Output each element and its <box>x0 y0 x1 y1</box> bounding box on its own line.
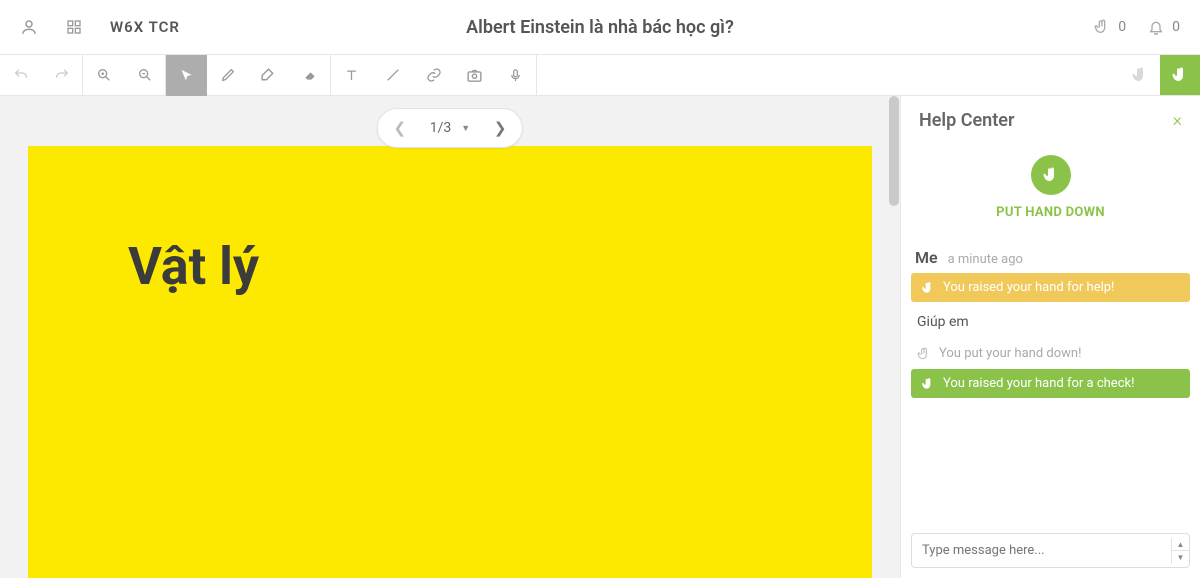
composer-stepper: ▲ ▼ <box>1171 538 1189 564</box>
zoom-in-button[interactable] <box>83 55 124 96</box>
raise-hand-check-button[interactable] <box>1160 55 1200 95</box>
raise-hand-help-button[interactable] <box>1120 55 1160 95</box>
scrollbar-thumb[interactable] <box>889 96 899 206</box>
hand-count: 0 <box>1118 19 1126 35</box>
page-label: 1/3 <box>430 120 452 136</box>
eraser-tool[interactable] <box>289 55 330 96</box>
composer: ▲ ▼ <box>901 523 1200 578</box>
chat-message: Giúp em <box>911 306 1190 338</box>
bell-icon <box>1148 19 1164 35</box>
text-tool[interactable] <box>331 55 372 96</box>
header-right: 0 0 <box>1094 19 1180 35</box>
page-navigator: ❮ 1/3 ▼ ❯ <box>377 108 523 148</box>
message-meta: Me a minute ago <box>911 240 1190 273</box>
room-code[interactable]: W6X TCR <box>110 18 180 36</box>
slide-text: Vật lý <box>128 236 772 297</box>
help-panel: Help Center × PUT HAND DOWN Me a minute … <box>900 96 1200 578</box>
undo-button[interactable] <box>0 55 41 96</box>
insert-group <box>331 55 537 95</box>
camera-tool[interactable] <box>454 55 495 96</box>
banner-check: You raised your hand for a check! <box>911 369 1190 398</box>
zoom-group <box>83 55 166 95</box>
hand-icon <box>921 377 935 391</box>
line-tool[interactable] <box>372 55 413 96</box>
meta-time: a minute ago <box>948 252 1023 267</box>
highlighter-tool[interactable] <box>248 55 289 96</box>
undo-group <box>0 55 83 95</box>
status-note: You put your hand down! <box>911 338 1190 369</box>
hand-check-icon <box>1171 66 1189 84</box>
slide[interactable]: Vật lý <box>28 146 872 578</box>
draw-group <box>166 55 331 95</box>
hand-icon <box>917 347 931 361</box>
caret-down-icon: ▼ <box>461 123 470 134</box>
banner-check-text: You raised your hand for a check! <box>943 376 1134 391</box>
zoom-out-button[interactable] <box>124 55 165 96</box>
hand-icon <box>1094 19 1110 35</box>
stepper-up[interactable]: ▲ <box>1172 538 1189 551</box>
prev-page-button[interactable]: ❮ <box>378 119 422 137</box>
banner-help-text: You raised your hand for help! <box>943 280 1114 295</box>
composer-box: ▲ ▼ <box>911 533 1190 568</box>
banner-help: You raised your hand for help! <box>911 273 1190 302</box>
meta-name: Me <box>915 248 938 267</box>
mic-tool[interactable] <box>495 55 536 96</box>
help-panel-header: Help Center × <box>901 96 1200 145</box>
help-panel-title: Help Center <box>919 110 1014 131</box>
grid-icon[interactable] <box>66 19 82 35</box>
stepper-down[interactable]: ▼ <box>1172 551 1189 564</box>
workspace: ❮ 1/3 ▼ ❯ Vật lý Help Center × PUT HAND … <box>0 96 1200 578</box>
app-header: W6X TCR Albert Einstein là nhà bác học g… <box>0 0 1200 55</box>
link-tool[interactable] <box>413 55 454 96</box>
pencil-tool[interactable] <box>207 55 248 96</box>
status-note-text: You put your hand down! <box>939 346 1081 361</box>
canvas-area[interactable]: ❮ 1/3 ▼ ❯ Vật lý <box>0 96 900 578</box>
hand-counter[interactable]: 0 <box>1094 19 1126 35</box>
hand-icon <box>921 281 935 295</box>
hand-action-label: PUT HAND DOWN <box>901 205 1200 220</box>
close-icon[interactable]: × <box>1173 110 1182 131</box>
hand-action-block: PUT HAND DOWN <box>901 145 1200 240</box>
header-left: W6X TCR <box>20 18 180 36</box>
scrollbar[interactable] <box>888 96 900 578</box>
toolbar <box>0 55 1200 96</box>
message-input[interactable] <box>912 534 1171 567</box>
next-page-button[interactable]: ❯ <box>478 119 522 137</box>
user-icon[interactable] <box>20 18 38 36</box>
page-indicator[interactable]: 1/3 ▼ <box>422 120 478 136</box>
bell-count: 0 <box>1172 19 1180 35</box>
bell-counter[interactable]: 0 <box>1148 19 1180 35</box>
hand-icon <box>1042 166 1060 184</box>
raise-hand-icon <box>1131 66 1149 84</box>
redo-button[interactable] <box>41 55 82 96</box>
hand-action-button[interactable] <box>1031 155 1071 195</box>
page-title: Albert Einstein là nhà bác học gì? <box>0 17 1200 38</box>
message-list: Me a minute ago You raised your hand for… <box>901 240 1200 523</box>
pointer-tool[interactable] <box>166 55 207 96</box>
